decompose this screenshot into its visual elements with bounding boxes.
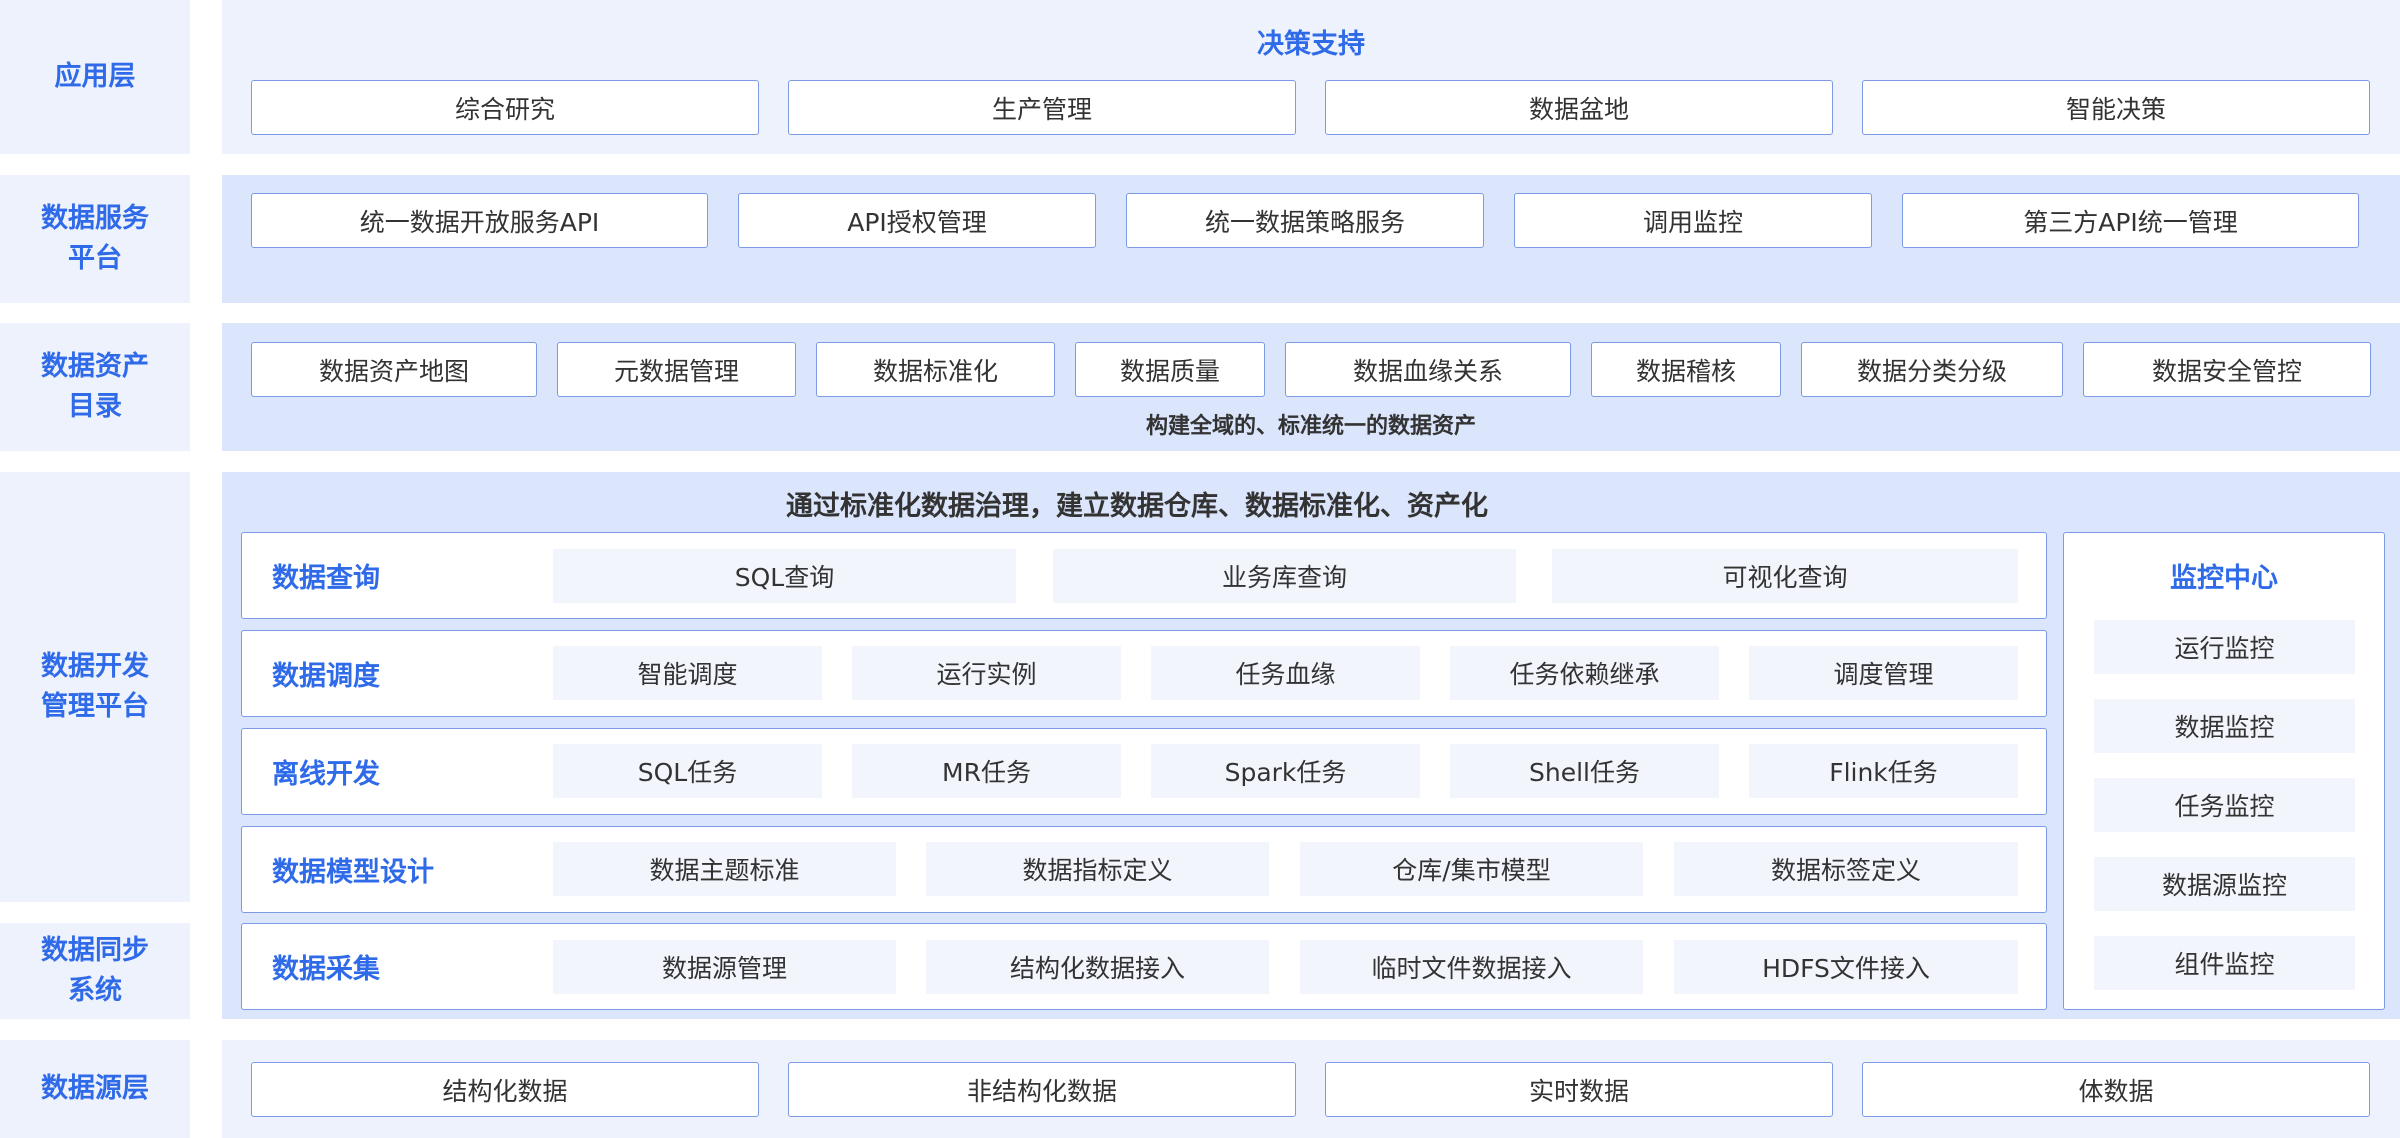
dev-row-item: 业务库查询 xyxy=(1053,549,1516,603)
monitor-item: 运行监控 xyxy=(2094,620,2355,674)
layer-label-text-wrap: 数据服务 平台 xyxy=(41,199,149,279)
catalog-item: 数据质量 xyxy=(1075,342,1265,397)
layer-label-source: 数据源层 xyxy=(0,1040,190,1138)
service-item: 第三方API统一管理 xyxy=(1902,193,2359,248)
layer-label-catalog: 数据资产 目录 xyxy=(0,323,190,451)
application-item: 数据盆地 xyxy=(1325,80,1833,135)
layer-label-line: 目录 xyxy=(68,391,122,422)
application-item: 智能决策 xyxy=(1862,80,2370,135)
service-item: 统一数据策略服务 xyxy=(1126,193,1484,248)
catalog-item: 元数据管理 xyxy=(557,342,796,397)
application-item: 生产管理 xyxy=(788,80,1296,135)
layer-label-line: 数据服务 xyxy=(41,203,149,234)
dev-row-item: 仓库/集市模型 xyxy=(1300,842,1643,896)
monitor-item: 组件监控 xyxy=(2094,936,2355,990)
layer-label-application: 应用层 xyxy=(0,0,190,154)
dev-row-label: 数据模型设计 xyxy=(272,857,434,888)
dev-row-item: 临时文件数据接入 xyxy=(1300,940,1643,994)
dev-row-item: 数据主题标准 xyxy=(553,842,896,896)
catalog-item: 数据血缘关系 xyxy=(1285,342,1571,397)
service-item: 调用监控 xyxy=(1514,193,1872,248)
layer-label-dev: 数据开发 管理平台 xyxy=(0,472,190,902)
dev-row-item: 数据标签定义 xyxy=(1674,842,2018,896)
source-item: 非结构化数据 xyxy=(788,1062,1296,1117)
layer-label-line: 数据同步 xyxy=(41,935,149,966)
source-item: 结构化数据 xyxy=(251,1062,759,1117)
dev-row-item: 任务血缘 xyxy=(1151,646,1420,700)
dev-row-item: SQL查询 xyxy=(553,549,1016,603)
dev-row-label: 数据查询 xyxy=(272,563,380,594)
source-item: 实时数据 xyxy=(1325,1062,1833,1117)
dev-title: 通过标准化数据治理，建立数据仓库、数据标准化、资产化 xyxy=(786,490,1488,522)
catalog-item: 数据分类分级 xyxy=(1801,342,2063,397)
dev-row-item: 运行实例 xyxy=(852,646,1121,700)
dev-row-label: 离线开发 xyxy=(272,759,380,790)
dev-row-item: 任务依赖继承 xyxy=(1450,646,1719,700)
service-item: 统一数据开放服务API xyxy=(251,193,708,248)
application-item: 综合研究 xyxy=(251,80,759,135)
layer-label-line: 管理平台 xyxy=(41,691,149,722)
dev-row-item: Spark任务 xyxy=(1151,744,1420,798)
dev-row-label: 数据调度 xyxy=(272,661,380,692)
application-title: 决策支持 xyxy=(1257,28,1365,60)
monitor-item: 数据源监控 xyxy=(2094,857,2355,911)
dev-row-item: 调度管理 xyxy=(1749,646,2018,700)
source-item: 体数据 xyxy=(1862,1062,2370,1117)
dev-row-item: 数据源管理 xyxy=(553,940,896,994)
dev-row-item: 结构化数据接入 xyxy=(926,940,1269,994)
dev-row-item: Shell任务 xyxy=(1450,744,1719,798)
monitor-item: 数据监控 xyxy=(2094,699,2355,753)
dev-row-item: MR任务 xyxy=(852,744,1121,798)
dev-row-item: 数据指标定义 xyxy=(926,842,1269,896)
catalog-item: 数据标准化 xyxy=(816,342,1055,397)
monitor-item: 任务监控 xyxy=(2094,778,2355,832)
layer-label-line: 系统 xyxy=(68,975,122,1006)
layer-label-line: 数据开发 xyxy=(41,651,149,682)
layer-label-line: 数据资产 xyxy=(41,351,149,382)
monitor-center-title: 监控中心 xyxy=(2170,562,2278,594)
layer-label-text: 数据源层 xyxy=(41,1073,149,1104)
layer-label-service: 数据服务 平台 xyxy=(0,175,190,303)
catalog-item: 数据安全管控 xyxy=(2083,342,2371,397)
catalog-item: 数据稽核 xyxy=(1591,342,1781,397)
layer-label-text-wrap: 数据同步 系统 xyxy=(41,931,149,1011)
dev-row-item: 智能调度 xyxy=(553,646,822,700)
layer-label-line: 平台 xyxy=(68,243,122,274)
service-item: API授权管理 xyxy=(738,193,1096,248)
catalog-item: 数据资产地图 xyxy=(251,342,537,397)
dev-row-item: HDFS文件接入 xyxy=(1674,940,2018,994)
layer-label-text-wrap: 数据开发 管理平台 xyxy=(41,647,149,727)
layer-label-text: 应用层 xyxy=(54,61,136,92)
dev-row-item: Flink任务 xyxy=(1749,744,2018,798)
dev-row-item: SQL任务 xyxy=(553,744,822,798)
catalog-caption: 构建全域的、标准统一的数据资产 xyxy=(1145,414,1476,439)
dev-row-item: 可视化查询 xyxy=(1552,549,2018,603)
dev-row-label: 数据采集 xyxy=(272,954,380,985)
layer-label-sync: 数据同步 系统 xyxy=(0,923,190,1019)
layer-label-text-wrap: 数据资产 目录 xyxy=(41,347,149,427)
